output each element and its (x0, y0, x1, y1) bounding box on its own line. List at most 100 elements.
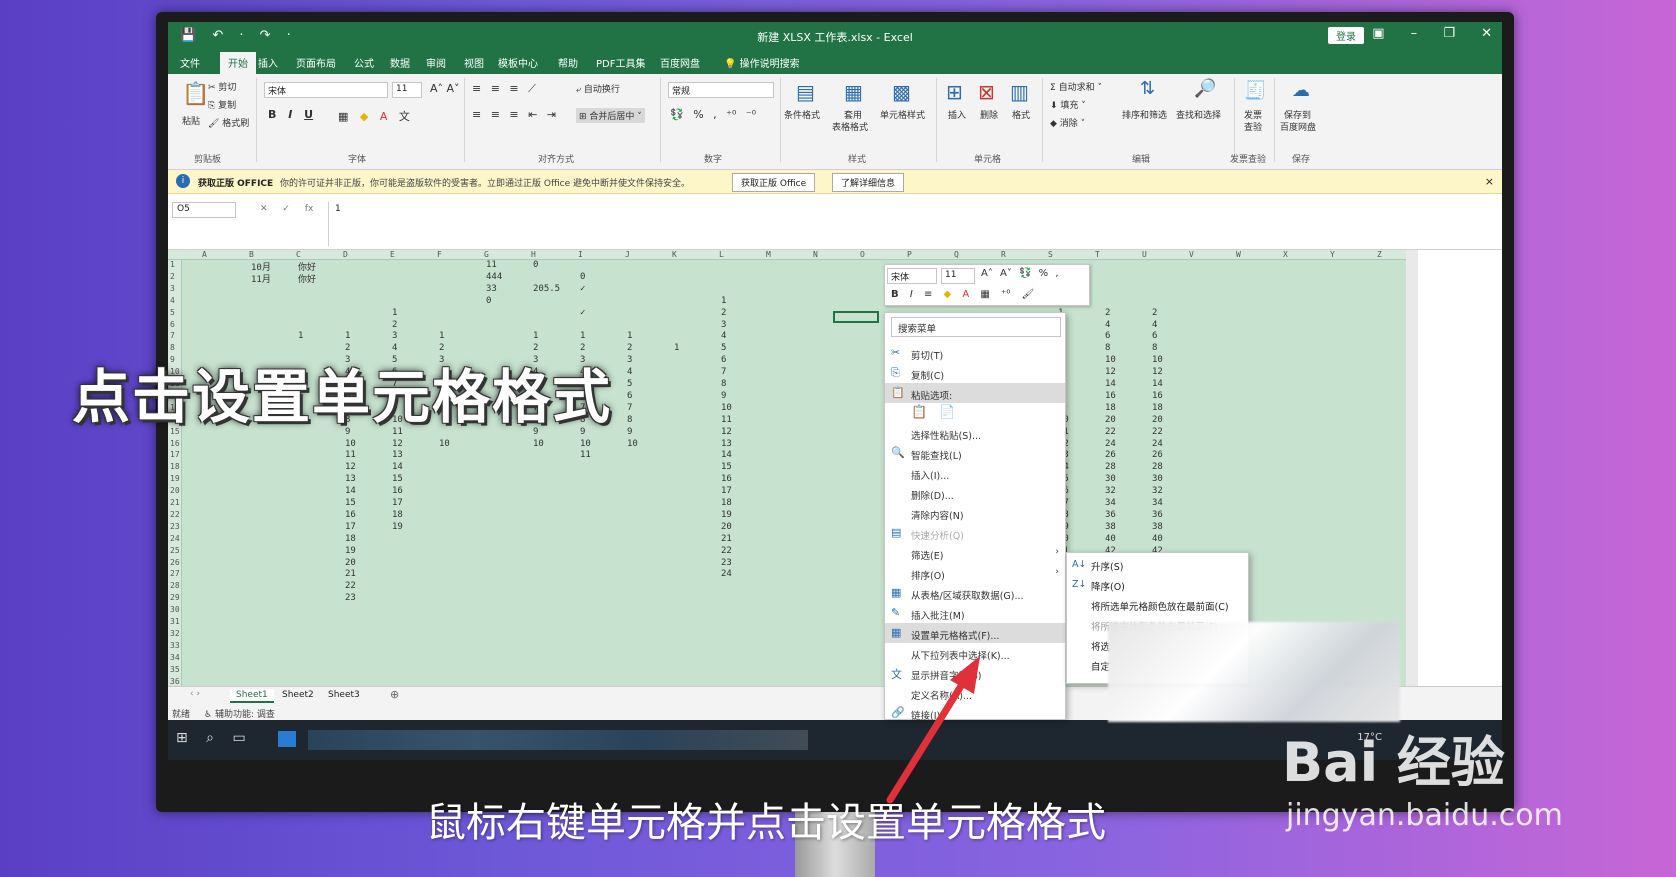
cell-H3[interactable]: 205.5 (533, 284, 560, 294)
row-header-29[interactable]: 29 (170, 593, 180, 602)
name-box[interactable]: O5 (172, 202, 236, 218)
cell-U11[interactable]: 14 (1152, 379, 1163, 389)
context-item-7[interactable]: 删除(D)... (885, 483, 1065, 503)
cell-L27[interactable]: 24 (721, 569, 732, 579)
cell-T15[interactable]: 22 (1105, 427, 1116, 437)
cell-D17[interactable]: 11 (345, 450, 356, 460)
row-header-32[interactable]: 32 (170, 629, 180, 638)
cell-C2[interactable]: 你好 (298, 272, 316, 285)
format-cells-button[interactable]: 格式 (1012, 108, 1030, 121)
cell-T11[interactable]: 14 (1105, 379, 1116, 389)
cell-K8[interactable]: 1 (674, 343, 679, 353)
row-header-5[interactable]: 5 (170, 308, 175, 317)
column-header-N[interactable]: N (813, 250, 818, 259)
cell-U21[interactable]: 34 (1152, 498, 1163, 508)
context-item-15[interactable]: 从下拉列表中选择(K)... (885, 643, 1065, 663)
row-header-7[interactable]: 7 (170, 331, 175, 340)
row-header-33[interactable]: 33 (170, 641, 180, 650)
column-header-E[interactable]: E (390, 250, 395, 259)
cell-E19[interactable]: 15 (392, 474, 403, 484)
cell-G2[interactable]: 444 (486, 272, 502, 282)
login-button[interactable]: 登录 (1328, 27, 1364, 44)
cell-U24[interactable]: 40 (1152, 534, 1163, 544)
cell-F16[interactable]: 10 (439, 439, 450, 449)
window-controls[interactable]: ▣ – ❐ ✕ (1372, 26, 1492, 41)
column-header-V[interactable]: V (1189, 250, 1194, 259)
row-header-20[interactable]: 20 (170, 486, 180, 495)
cell-E23[interactable]: 19 (392, 522, 403, 532)
cell-I2[interactable]: 0 (580, 272, 585, 282)
column-header-A[interactable]: A (202, 250, 207, 259)
cell-T24[interactable]: 40 (1105, 534, 1116, 544)
cell-T7[interactable]: 6 (1105, 331, 1110, 341)
cell-style-button[interactable]: 单元格样式 (880, 108, 925, 121)
mini-size-select[interactable]: 11 (941, 268, 975, 284)
delete-cells-icon[interactable]: ⊠ (978, 80, 995, 104)
cell-E7[interactable]: 3 (392, 331, 397, 341)
cell-D29[interactable]: 23 (345, 593, 356, 603)
tab-2[interactable]: 插入 (258, 55, 278, 70)
column-header-T[interactable]: T (1095, 250, 1100, 259)
cell-E20[interactable]: 16 (392, 486, 403, 496)
row-header-25[interactable]: 25 (170, 546, 180, 555)
row-header-17[interactable]: 17 (170, 450, 180, 459)
cell-T9[interactable]: 10 (1105, 355, 1116, 365)
row-header-1[interactable]: 1 (170, 260, 175, 269)
cell-T6[interactable]: 4 (1105, 320, 1110, 330)
paste-button[interactable]: 粘贴 (182, 114, 200, 127)
cell-L17[interactable]: 14 (721, 450, 732, 460)
cell-U6[interactable]: 4 (1152, 320, 1157, 330)
sheet-tab-Sheet3[interactable]: Sheet3 (322, 689, 366, 701)
cell-L13[interactable]: 10 (721, 403, 732, 413)
cell-L6[interactable]: 3 (721, 320, 726, 330)
context-item-10[interactable]: 筛选(E) › (885, 543, 1065, 563)
cell-D25[interactable]: 19 (345, 546, 356, 556)
cell-L25[interactable]: 22 (721, 546, 732, 556)
context-item-14[interactable]: ▦ 设置单元格格式(F)... (885, 623, 1065, 643)
context-item-12[interactable]: ▦ 从表格/区域获取数据(G)... (885, 583, 1065, 603)
find-select-button[interactable]: 查找和选择 (1176, 108, 1221, 121)
context-item-5[interactable]: 🔍 智能查找(L) (885, 443, 1065, 463)
cell-T13[interactable]: 18 (1105, 403, 1116, 413)
cell-U17[interactable]: 26 (1152, 450, 1163, 460)
tab-3[interactable]: 页面布局 (296, 55, 336, 70)
find-select-icon[interactable]: 🔎 (1194, 78, 1216, 99)
paste-option-icons[interactable]: 📋 📄 (911, 405, 956, 420)
number-format-buttons[interactable]: 💱 % , ⁺⁰ ⁻⁰ (670, 108, 756, 121)
tab-12[interactable]: 💡 操作说明搜索 (724, 55, 800, 70)
column-header-O[interactable]: O (860, 250, 865, 259)
tab-7[interactable]: 视图 (464, 55, 484, 70)
row-header-19[interactable]: 19 (170, 474, 180, 483)
cell-L22[interactable]: 19 (721, 510, 732, 520)
cell-T21[interactable]: 34 (1105, 498, 1116, 508)
start-search-taskview-icons[interactable]: ⊞ ⌕ ▭ (176, 730, 246, 746)
context-item-16[interactable]: 文显示拼音字段(S) (885, 663, 1065, 683)
tab-4[interactable]: 公式 (354, 55, 374, 70)
column-header-Y[interactable]: Y (1330, 250, 1335, 259)
cell-E18[interactable]: 14 (392, 462, 403, 472)
cell-J7[interactable]: 1 (627, 331, 632, 341)
context-item-4[interactable]: 选择性粘贴(S)... (885, 423, 1065, 443)
column-header-P[interactable]: P (907, 250, 912, 259)
cell-L12[interactable]: 9 (721, 391, 726, 401)
cell-T22[interactable]: 36 (1105, 510, 1116, 520)
cell-J12[interactable]: 6 (627, 391, 632, 401)
tab-10[interactable]: PDF工具集 (596, 55, 645, 70)
cell-D20[interactable]: 14 (345, 486, 356, 496)
cell-L14[interactable]: 11 (721, 415, 732, 425)
column-header-G[interactable]: G (484, 250, 489, 259)
mini-font-select[interactable]: 宋体 (887, 268, 937, 284)
cell-L21[interactable]: 18 (721, 498, 732, 508)
cell-H7[interactable]: 1 (533, 331, 538, 341)
tab-0[interactable]: 文件 (180, 55, 200, 70)
column-header-I[interactable]: I (578, 250, 583, 259)
baidu-cloud-icon[interactable]: ☁ (1292, 80, 1310, 101)
cell-U16[interactable]: 24 (1152, 439, 1163, 449)
get-genuine-button[interactable]: 获取正版 Office (732, 173, 816, 192)
delete-cells-button[interactable]: 删除 (980, 108, 998, 121)
cell-U22[interactable]: 36 (1152, 510, 1163, 520)
cell-L16[interactable]: 13 (721, 439, 732, 449)
cell-U15[interactable]: 22 (1152, 427, 1163, 437)
tab-6[interactable]: 审阅 (426, 55, 446, 70)
cell-L23[interactable]: 20 (721, 522, 732, 532)
